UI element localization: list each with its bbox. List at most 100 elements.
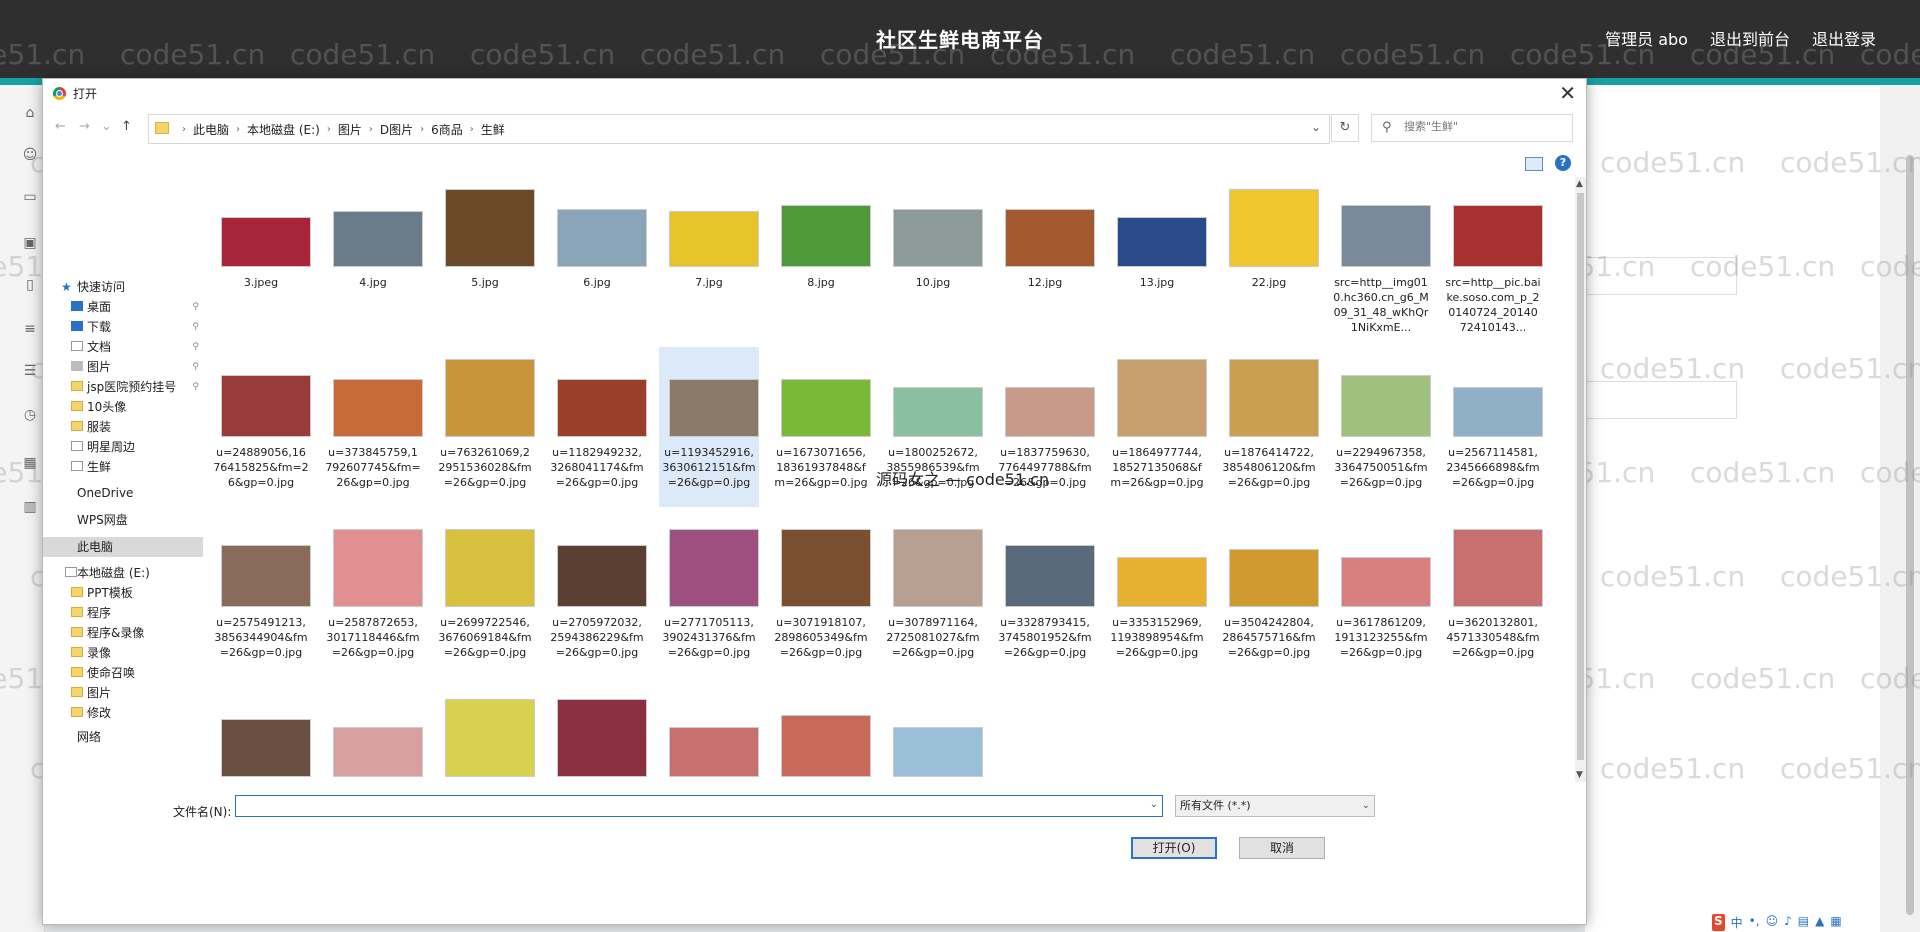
nav-quick-item[interactable]: 10头像 (43, 397, 203, 417)
file-tile[interactable]: u=3353152969,1193898954&fm=26&gp=0.jpg (1107, 517, 1207, 677)
admin-user[interactable]: 管理员 abo (1605, 26, 1688, 50)
file-tile[interactable]: u=3504242804,2864575716&fm=26&gp=0.jpg (1219, 517, 1319, 677)
view-options-icon[interactable] (1525, 157, 1543, 171)
file-tile[interactable]: u=4262288255,326083922&fm=26&gp=0.jpg (771, 687, 871, 782)
help-icon[interactable]: ? (1555, 155, 1571, 171)
file-tile[interactable]: u=3776184422,484013846&fm=26&gp=0.jpg (323, 687, 423, 782)
file-tile[interactable]: 4.jpg (323, 177, 423, 337)
file-tile[interactable]: u=2771705113,3902431376&fm=26&gp=0.jpg (659, 517, 759, 677)
breadcrumb-item[interactable]: 此电脑 (193, 121, 229, 138)
user-icon[interactable]: ☺ (22, 147, 38, 163)
file-tile[interactable]: src=http__img010.hc360.cn_g6_M09_31_48_w… (1331, 177, 1431, 337)
grid-menu-icon[interactable]: ▦ (1830, 914, 1841, 931)
file-tile[interactable]: 7.jpg (659, 177, 759, 337)
phone-icon[interactable]: ▯ (22, 277, 38, 293)
keyboard-icon[interactable]: ▤ (1798, 914, 1809, 931)
file-tile[interactable]: u=2699722546,3676069184&fm=26&gp=0.jpg (435, 517, 535, 677)
file-tile[interactable]: u=373845759,1792607745&fm=26&gp=0.jpg (323, 347, 423, 507)
nav-drive-folder[interactable]: 修改 (43, 703, 203, 723)
nav-drive-folder[interactable]: 程序&录像 (43, 623, 203, 643)
scroll-up-icon[interactable]: ▲ (1576, 179, 1583, 189)
nav-quick-item[interactable]: 明星周边 (43, 437, 203, 457)
breadcrumb-item[interactable]: 6商品 (431, 121, 463, 138)
chevron-right-icon[interactable]: › (182, 124, 186, 135)
file-tile[interactable]: u=3078971164,2725081027&fm=26&gp=0.jpg (883, 517, 983, 677)
briefcase-icon[interactable]: ▣ (22, 235, 38, 251)
file-tile[interactable]: u=4196723824,943512942&fm=26&gp=0.jpg (547, 687, 647, 782)
nav-quick-item[interactable]: jsp医院预约挂号 ⚲ (43, 377, 203, 397)
breadcrumb-item[interactable]: D图片 (380, 121, 413, 138)
file-tile[interactable]: u=3328793415,3745801952&fm=26&gp=0.jpg (995, 517, 1095, 677)
chevron-down-icon[interactable]: ⌄ (1311, 120, 1321, 134)
nav-this-pc[interactable]: 此电脑 (43, 537, 203, 557)
nav-drive-folder[interactable]: 录像 (43, 643, 203, 663)
address-bar[interactable]: › 此电脑 › 本地磁盘 (E:) › 图片 › D图片 › 6商品 › 生鲜 ⌄ (148, 114, 1330, 144)
nav-quick-item[interactable]: 文档 ⚲ (43, 337, 203, 357)
filetype-select[interactable]: 所有文件 (*.*) ⌄ (1175, 795, 1375, 817)
open-button[interactable]: 打开(O) (1131, 837, 1217, 859)
list-icon[interactable]: ☰ (22, 363, 38, 379)
file-tile[interactable]: u=2587872653,3017118446&fm=26&gp=0.jpg (323, 517, 423, 677)
recent-dropdown-icon[interactable]: ⌄ (101, 119, 112, 134)
nav-quick-item[interactable]: 服装 (43, 417, 203, 437)
chevron-right-icon[interactable]: › (236, 124, 240, 135)
home-icon[interactable]: ⌂ (22, 105, 38, 121)
ime-mode-icon[interactable]: 中 (1731, 914, 1743, 931)
file-tile[interactable]: u=2567114581,2345666898&fm=26&gp=0.jpg (1443, 347, 1543, 507)
file-tile[interactable]: u=1182949232,3268041174&fm=26&gp=0.jpg (547, 347, 647, 507)
pin-icon[interactable]: ⚲ (192, 337, 199, 357)
nav-drive-folder[interactable]: 程序 (43, 603, 203, 623)
pin-icon[interactable]: ⚲ (192, 317, 199, 337)
form-field[interactable] (1585, 381, 1737, 419)
file-tile[interactable]: u=1193452916,3630612151&fm=26&gp=0.jpg (659, 347, 759, 507)
nav-drive-e[interactable]: 本地磁盘 (E:) (43, 563, 203, 583)
file-tile[interactable]: 微信图片_20210220110621.jpg (883, 687, 983, 782)
file-tile[interactable]: 8.jpg (771, 177, 871, 337)
chevron-down-icon[interactable]: ⌄ (1150, 799, 1158, 810)
file-tile[interactable]: u=24889056,1676415825&fm=26&gp=0.jpg (211, 347, 311, 507)
file-tile[interactable]: u=1876414722,3854806120&fm=26&gp=0.jpg (1219, 347, 1319, 507)
nav-wps[interactable]: WPS网盘 (43, 510, 203, 530)
filename-field[interactable]: ⌄ (235, 795, 1163, 817)
file-tile[interactable]: u=3620132801,4571330548&fm=26&gp=0.jpg (1443, 517, 1543, 677)
file-tile[interactable]: u=2575491213,3856344904&fm=26&gp=0.jpg (211, 517, 311, 677)
skin-icon[interactable]: ▲ (1815, 914, 1824, 931)
nav-quick-item[interactable]: 生鲜 (43, 457, 203, 477)
nav-drive-folder[interactable]: 使命召唤 (43, 663, 203, 683)
folder-icon[interactable]: ▭ (22, 189, 38, 205)
punct-icon[interactable]: •, (1749, 914, 1760, 931)
cancel-button[interactable]: 取消 (1239, 837, 1325, 859)
breadcrumb-item[interactable]: 本地磁盘 (E:) (247, 121, 320, 138)
file-tile[interactable]: u=1864977744,18527135068&fm=26&gp=0.jpg (1107, 347, 1207, 507)
search-box[interactable]: ⚲ (1371, 114, 1573, 142)
file-tile[interactable]: 3.jpeg (211, 177, 311, 337)
pin-icon[interactable]: ⚲ (192, 377, 199, 397)
breadcrumb-item[interactable]: 生鲜 (481, 121, 505, 138)
up-arrow-icon[interactable]: ↑ (121, 119, 132, 134)
sogou-icon[interactable]: S (1712, 914, 1725, 931)
mic-icon[interactable]: ♪ (1784, 914, 1792, 931)
nav-quick-item[interactable]: 桌面 ⚲ (43, 297, 203, 317)
file-tile[interactable]: 22.jpg (1219, 177, 1319, 337)
chevron-right-icon[interactable]: › (369, 124, 373, 135)
file-tile[interactable]: src=http__pic.baike.soso.com_p_20140724_… (1443, 177, 1543, 337)
file-list-scrollbar[interactable]: ▲ ▼ (1575, 177, 1586, 782)
pin-icon[interactable]: ⚲ (192, 297, 199, 317)
nav-network[interactable]: 网络 (43, 727, 203, 747)
chart-icon[interactable]: ▥ (22, 499, 38, 515)
logout-link[interactable]: 退出登录 (1812, 26, 1876, 50)
file-tile[interactable]: 10.jpg (883, 177, 983, 337)
scroll-down-icon[interactable]: ▼ (1576, 770, 1583, 780)
nav-drive-folder[interactable]: PPT模板 (43, 583, 203, 603)
file-tile[interactable]: u=2294967358,3364750051&fm=26&gp=0.jpg (1331, 347, 1431, 507)
file-tile[interactable]: u=4208093730,2469605643&fm=26&gp=0.jpg (659, 687, 759, 782)
file-tile[interactable]: u=3663588999,2137307107&fm=26&gp=0.jpg (211, 687, 311, 782)
chevron-right-icon[interactable]: › (327, 124, 331, 135)
file-tile[interactable]: u=3071918107,2898605349&fm=26&gp=0.jpg (771, 517, 871, 677)
clock-icon[interactable]: ◷ (22, 407, 38, 423)
nav-quick-item[interactable]: 图片 ⚲ (43, 357, 203, 377)
chevron-right-icon[interactable]: › (470, 124, 474, 135)
refresh-icon[interactable]: ↻ (1331, 114, 1359, 142)
nav-quick-item[interactable]: 下载 ⚲ (43, 317, 203, 337)
exit-to-front-link[interactable]: 退出到前台 (1710, 26, 1790, 50)
